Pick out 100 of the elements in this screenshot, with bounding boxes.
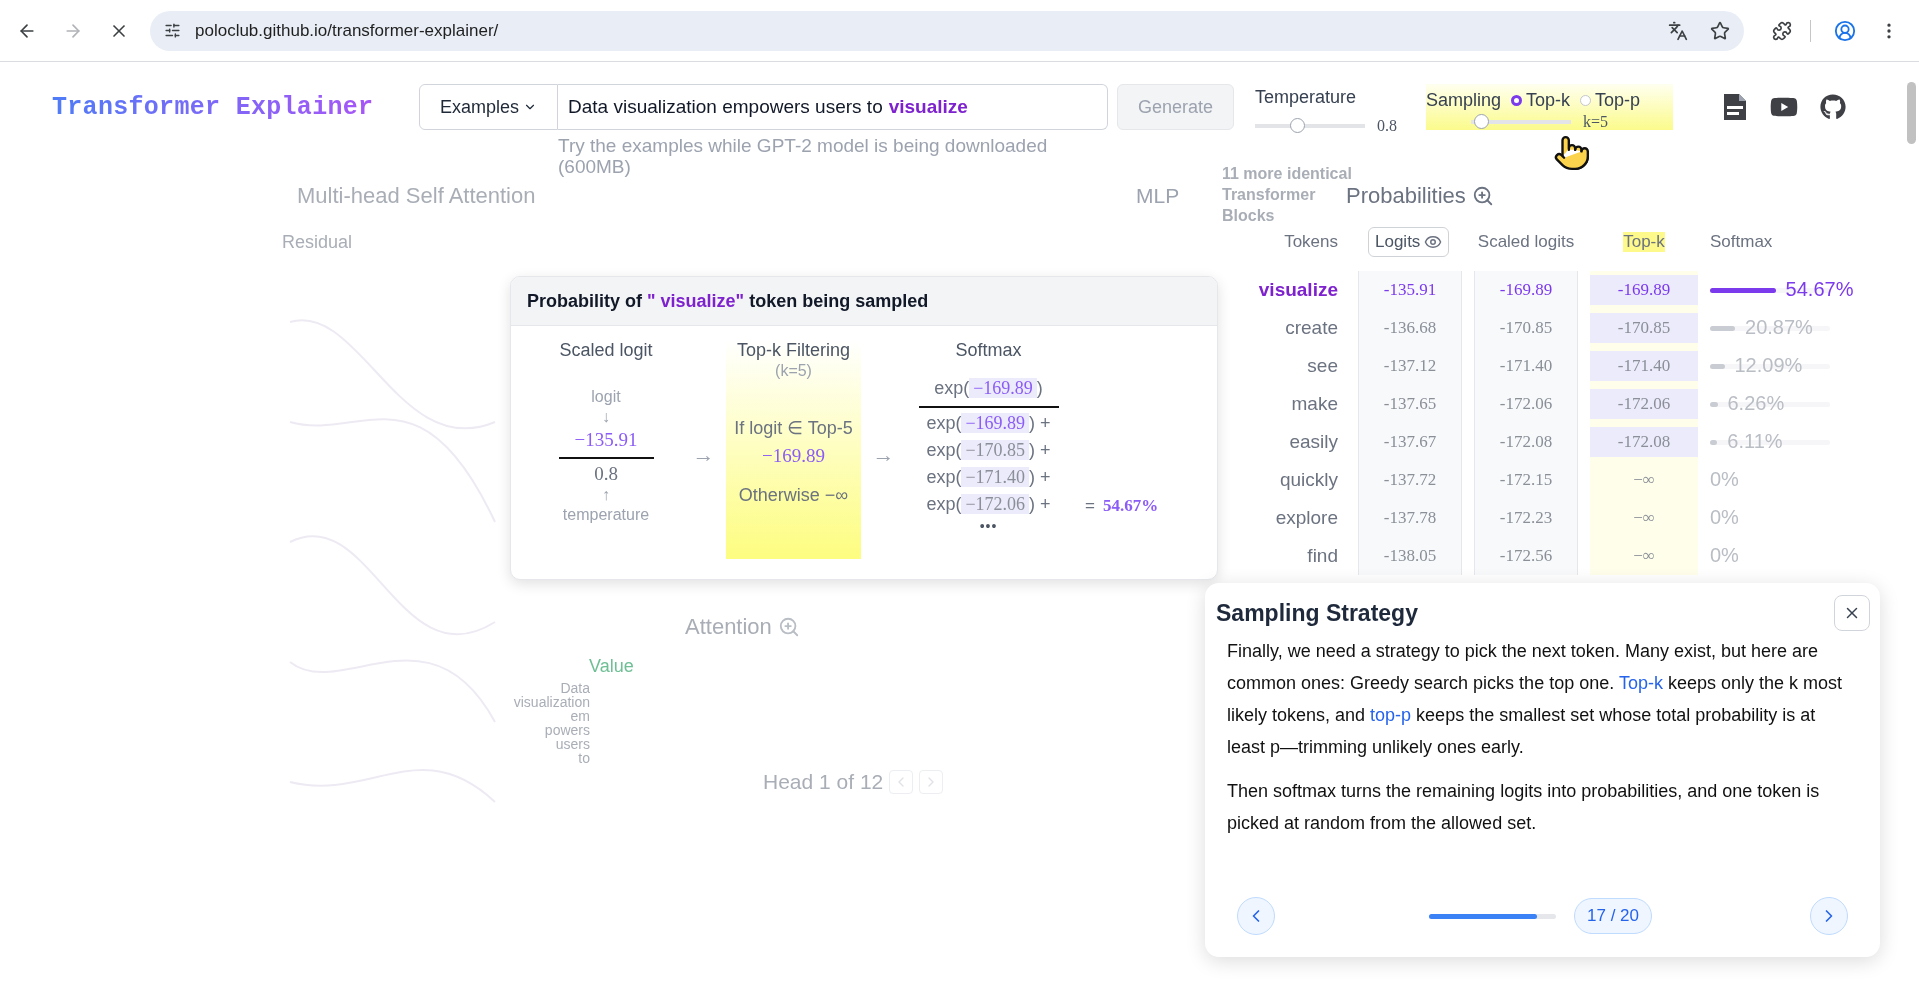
close-button[interactable] bbox=[1834, 595, 1870, 631]
site-info-icon[interactable] bbox=[164, 22, 181, 39]
token-cell-text: create bbox=[1284, 316, 1339, 340]
step-heading: Softmax bbox=[955, 340, 1022, 361]
probability-value: 0% bbox=[1710, 544, 1739, 567]
text-link[interactable]: Top-k bbox=[1618, 673, 1663, 693]
probability-value: 6.11% bbox=[1727, 430, 1783, 453]
section-title: Multi-head Self Attention bbox=[297, 183, 536, 209]
token-cell-text: visualize bbox=[1257, 278, 1339, 302]
step-arrow: → bbox=[871, 442, 896, 469]
scaled-logit-cell: -171.40 bbox=[1474, 347, 1578, 385]
step-heading: Scaled logit bbox=[559, 340, 653, 361]
logit-cell: -137.65 bbox=[1358, 385, 1462, 423]
tour-paragraph: Finally, we need a strategy to pick the next token. Many exist, but here are common ones: Greedy search picks the top one. Top-k keeps only the k most likely tokens, and top-p keeps the smallest set whose total probability is at least p—trimming unlikely ones early. bbox=[1227, 640, 1843, 759]
attention-label: Attention bbox=[685, 614, 772, 640]
prompt-field[interactable]: Data visualization empowers users to visualize bbox=[558, 84, 1108, 130]
scaled-logit-cell: -172.15 bbox=[1474, 461, 1578, 499]
token-label: em bbox=[569, 709, 590, 723]
token-label: powers bbox=[543, 723, 590, 737]
document-icon[interactable] bbox=[1722, 92, 1748, 122]
condition-text: If logit ∈ Top-5 bbox=[734, 417, 853, 439]
radio-button[interactable] bbox=[1511, 95, 1523, 106]
zoom-in-icon[interactable] bbox=[1471, 185, 1494, 207]
down-arrow: ↓ bbox=[602, 407, 610, 427]
token-cell-text: easily bbox=[1288, 430, 1339, 454]
address-bar[interactable]: poloclub.github.io/transformer-explainer/ bbox=[150, 10, 1744, 51]
probability-value: 0% bbox=[1710, 506, 1739, 529]
probability-value: 12.09% bbox=[1734, 354, 1803, 377]
token-cell-text: quickly bbox=[1278, 468, 1339, 492]
probability-value: 0% bbox=[1710, 468, 1739, 491]
softmax-term: exp( −171.40 ) + bbox=[926, 465, 1051, 489]
value-label: Value bbox=[589, 656, 634, 677]
hand-pointer-icon bbox=[1553, 134, 1591, 172]
probability-value: 20.87% bbox=[1745, 316, 1813, 339]
page-counter: 17 / 20 bbox=[1574, 898, 1652, 934]
softmax-numerator: exp( −169.89 ) bbox=[934, 377, 1043, 400]
radio-button[interactable] bbox=[1580, 95, 1592, 106]
equals-sign: = bbox=[1085, 495, 1095, 516]
sampling-label: Sampling bbox=[1426, 90, 1502, 111]
blocks-note: Blocks bbox=[1222, 206, 1275, 226]
section-title: MLP bbox=[1136, 184, 1180, 208]
token-label: to bbox=[577, 751, 590, 765]
star-icon[interactable] bbox=[1710, 20, 1730, 41]
tour-title: Sampling Strategy bbox=[1216, 599, 1418, 627]
column-header: Tokens bbox=[1284, 232, 1339, 252]
blocks-note: 11 more identical bbox=[1222, 164, 1352, 184]
top-k-cell: -169.89 bbox=[1590, 271, 1698, 309]
token-cell-text: see bbox=[1306, 354, 1339, 378]
probability-value: 6.26% bbox=[1727, 392, 1785, 415]
scaled-logit-cell: -172.23 bbox=[1474, 499, 1578, 537]
top-k-cell: −∞ bbox=[1590, 461, 1698, 499]
logit-cell: -137.67 bbox=[1358, 423, 1462, 461]
scrollbar-thumb[interactable] bbox=[1907, 82, 1916, 144]
scaled-logit-cell: -170.85 bbox=[1474, 309, 1578, 347]
softmax-term: exp( −169.89 ) + bbox=[926, 411, 1051, 435]
temperature-value: 0.8 bbox=[594, 463, 618, 485]
logit-cell: -138.05 bbox=[1358, 537, 1462, 575]
slider-thumb[interactable] bbox=[1289, 118, 1305, 133]
head-label: Head 1 of 12 bbox=[763, 770, 884, 794]
scaled-logit-cell: -169.89 bbox=[1474, 271, 1578, 309]
logit-cell: -136.68 bbox=[1358, 309, 1462, 347]
logits-toggle-button[interactable]: Logits bbox=[1368, 227, 1450, 257]
radio-label[interactable]: Top-p bbox=[1595, 90, 1641, 111]
up-arrow: ↑ bbox=[602, 485, 610, 505]
scaled-logit-cell: -172.06 bbox=[1474, 385, 1578, 423]
step-arrow: → bbox=[691, 442, 716, 469]
filtered-value: −169.89 bbox=[762, 445, 825, 467]
probability-value: 54.67% bbox=[1785, 278, 1854, 301]
slider-thumb[interactable] bbox=[1474, 114, 1489, 129]
column-header: Softmax bbox=[1710, 232, 1773, 252]
translate-icon[interactable] bbox=[1668, 20, 1688, 41]
text-link[interactable]: top-p bbox=[1370, 705, 1412, 725]
logit-cell: -137.78 bbox=[1358, 499, 1462, 537]
scaled-logit-cell: -172.08 bbox=[1474, 423, 1578, 461]
scaled-logit-cell: -172.56 bbox=[1474, 537, 1578, 575]
github-icon[interactable] bbox=[1820, 94, 1846, 120]
logo: Transformer Explainer bbox=[52, 92, 374, 122]
top-k-cell: −∞ bbox=[1590, 537, 1698, 575]
logit-cell: -137.72 bbox=[1358, 461, 1462, 499]
ellipsis: ••• bbox=[979, 517, 998, 534]
token-cell-text: explore bbox=[1274, 506, 1339, 530]
top-k-cell: -170.85 bbox=[1590, 309, 1698, 347]
column-header: Scaled logits bbox=[1477, 232, 1575, 252]
temperature-label: Temperature bbox=[1255, 87, 1358, 108]
step-heading: Top-k Filtering bbox=[736, 340, 850, 361]
top-k-cell: −∞ bbox=[1590, 499, 1698, 537]
radio-label[interactable]: Top-k bbox=[1526, 90, 1571, 111]
token-label: visualization bbox=[512, 695, 590, 709]
top-k-cell: -172.06 bbox=[1590, 385, 1698, 423]
residual-label: Residual bbox=[282, 232, 353, 253]
column-header: Top-k bbox=[1623, 232, 1665, 252]
logit-value: −135.91 bbox=[574, 429, 638, 451]
examples-dropdown[interactable]: Examples bbox=[419, 84, 558, 130]
top-k-cell: -171.40 bbox=[1590, 347, 1698, 385]
logit-label: logit bbox=[591, 387, 621, 407]
otherwise-text: Otherwise −∞ bbox=[738, 485, 849, 506]
probabilities-title: Probabilities bbox=[1346, 183, 1466, 209]
eye-icon bbox=[1424, 233, 1443, 251]
temperature-value: 0.8 bbox=[1377, 117, 1397, 135]
k-value: k=5 bbox=[1583, 113, 1609, 131]
